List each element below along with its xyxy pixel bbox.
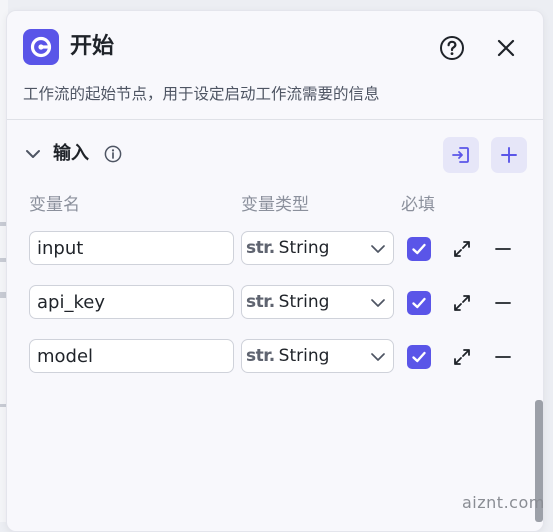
expand-icon: [454, 349, 470, 365]
chevron-down-icon: [26, 150, 40, 158]
variable-type-select[interactable]: str. String: [241, 339, 394, 373]
type-prefix: str.: [246, 238, 275, 258]
required-checkbox[interactable]: [407, 345, 431, 369]
column-header-required: 必填: [401, 195, 435, 215]
expand-icon: [454, 295, 470, 311]
variable-name-input[interactable]: api_key: [29, 285, 234, 319]
expand-button[interactable]: [452, 239, 472, 259]
expand-button[interactable]: [452, 293, 472, 313]
check-icon: [412, 297, 426, 309]
panel-title: 开始: [70, 34, 115, 59]
section-title: 输入: [53, 143, 89, 164]
remove-variable-button[interactable]: [493, 293, 513, 313]
help-circle-icon: [440, 36, 464, 60]
variable-name-input[interactable]: input: [29, 231, 234, 265]
close-icon: [497, 39, 515, 57]
chevron-down-icon: [371, 299, 385, 307]
column-header-name: 变量名: [29, 195, 80, 215]
type-value: String: [278, 346, 330, 366]
start-node-panel: 开始 工作流的起始节点，用于设定启动工作流需要的信息 输入 变量名 变量类型 必…: [6, 10, 544, 532]
check-icon: [412, 351, 426, 363]
close-button[interactable]: [493, 35, 519, 61]
add-variable-button[interactable]: [491, 137, 527, 173]
chevron-down-icon: [371, 353, 385, 361]
expand-button[interactable]: [452, 347, 472, 367]
minus-icon: [495, 356, 511, 358]
minus-icon: [495, 248, 511, 250]
remove-variable-button[interactable]: [493, 239, 513, 259]
import-variables-button[interactable]: [443, 137, 479, 173]
variable-type-select[interactable]: str. String: [241, 285, 394, 319]
minus-icon: [495, 302, 511, 304]
chevron-down-icon: [371, 245, 385, 253]
panel-description: 工作流的起始节点，用于设定启动工作流需要的信息: [23, 85, 380, 103]
column-header-type: 变量类型: [241, 195, 309, 215]
help-button[interactable]: [439, 35, 465, 61]
type-prefix: str.: [246, 346, 275, 366]
variable-type-select[interactable]: str. String: [241, 231, 394, 265]
type-prefix: str.: [246, 292, 275, 312]
expand-icon: [454, 241, 470, 257]
type-value: String: [278, 238, 330, 258]
start-node-icon: [23, 29, 59, 65]
divider: [7, 119, 543, 120]
info-icon[interactable]: [104, 145, 122, 163]
variable-name-input[interactable]: model: [29, 339, 234, 373]
plus-icon: [501, 147, 517, 163]
import-icon: [452, 147, 469, 163]
required-checkbox[interactable]: [407, 237, 431, 261]
type-value: String: [278, 292, 330, 312]
watermark: aiznt.com: [462, 493, 545, 512]
remove-variable-button[interactable]: [493, 347, 513, 367]
collapse-toggle[interactable]: [23, 144, 43, 164]
required-checkbox[interactable]: [407, 291, 431, 315]
check-icon: [412, 243, 426, 255]
